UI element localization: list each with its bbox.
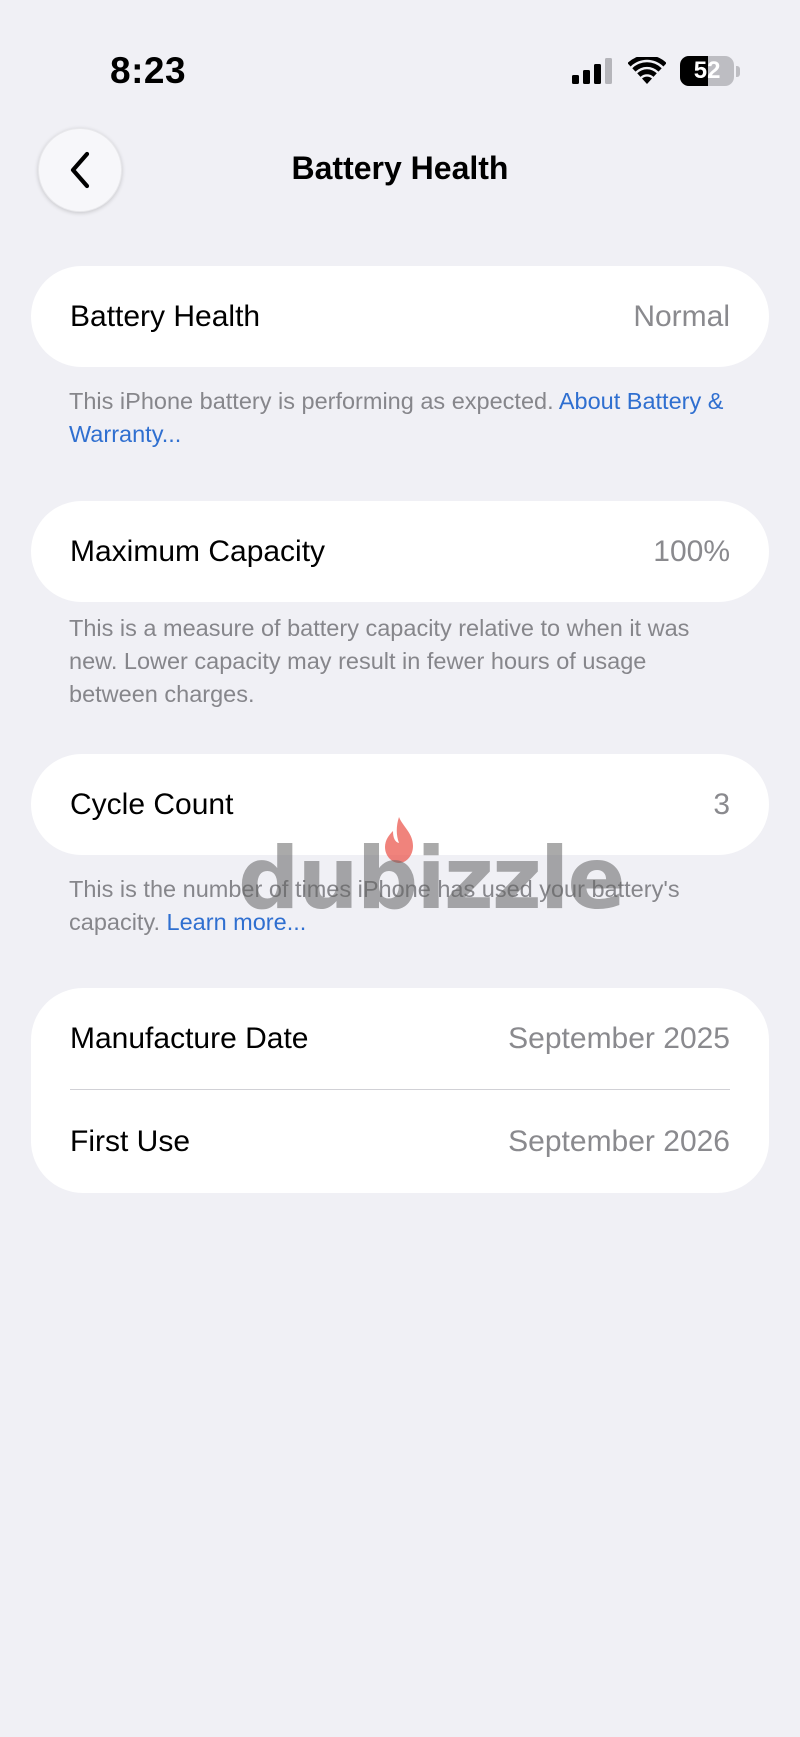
cycle-count-value: 3 (713, 787, 730, 821)
cycle-count-footnote: This is the number of times iPhone has u… (69, 873, 737, 939)
cellular-signal-icon (572, 58, 612, 84)
battery-health-card: Battery Health Normal (31, 266, 769, 367)
maximum-capacity-value: 100% (653, 534, 730, 568)
maximum-capacity-footnote: This is a measure of battery capacity re… (69, 615, 690, 707)
status-icons: 52 (572, 56, 740, 86)
manufacture-date-label: Manufacture Date (70, 1022, 309, 1055)
cycle-count-row: Cycle Count 3 (31, 754, 769, 855)
navigation-bar: Battery Health (0, 128, 800, 214)
status-bar: 8:23 52 (0, 0, 800, 110)
first-use-value: September 2026 (508, 1124, 730, 1158)
battery-health-footnote: This iPhone battery is performing as exp… (69, 385, 737, 451)
battery-health-value: Normal (633, 299, 730, 333)
page-title: Battery Health (291, 150, 509, 186)
cycle-count-note: This is the number of times iPhone has u… (69, 876, 680, 935)
status-time: 8:23 (110, 50, 187, 91)
battery-percentage: 52 (693, 57, 721, 84)
maximum-capacity-card: Maximum Capacity 100% (31, 501, 769, 602)
battery-tip (736, 65, 740, 77)
manufacture-date-row: Manufacture Date September 2025 (31, 988, 769, 1090)
learn-more-link[interactable]: Learn more... (167, 909, 307, 935)
cycle-count-label: Cycle Count (70, 787, 234, 821)
battery-health-note: This iPhone battery is performing as exp… (69, 388, 559, 414)
first-use-row: First Use September 2026 (31, 1090, 769, 1193)
battery-icon: 52 (680, 56, 740, 86)
wifi-icon (628, 57, 666, 84)
battery-health-row[interactable]: Battery Health Normal (31, 266, 769, 367)
maximum-capacity-row: Maximum Capacity 100% (31, 501, 769, 602)
battery-body: 52 (680, 56, 735, 86)
cycle-count-card: Cycle Count 3 (31, 754, 769, 855)
manufacture-date-value: September 2025 (508, 1022, 730, 1055)
maximum-capacity-label: Maximum Capacity (70, 534, 326, 568)
first-use-label: First Use (70, 1124, 190, 1158)
battery-health-label: Battery Health (70, 299, 261, 333)
dates-card: Manufacture Date September 2025 First Us… (31, 988, 769, 1193)
